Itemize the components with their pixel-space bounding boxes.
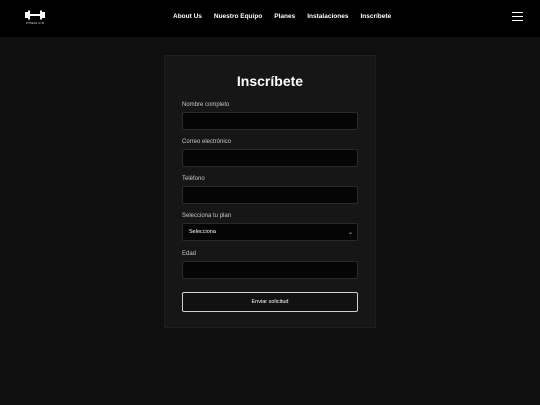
nav-instalaciones[interactable]: Instalaciones	[307, 13, 348, 20]
name-input[interactable]	[182, 112, 358, 130]
main-nav: About Us Nuestro Equipo Planes Instalaci…	[173, 13, 391, 20]
hamburger-menu-icon[interactable]	[512, 12, 523, 23]
plan-select-value: Selecciona	[189, 229, 216, 235]
nav-planes[interactable]: Planes	[274, 13, 295, 20]
email-label: Correo electrónico	[182, 139, 232, 145]
logo-text: FITNESS GYM	[25, 22, 45, 25]
chevron-down-icon: ⌄	[347, 229, 353, 236]
nav-nuestro-equipo[interactable]: Nuestro Equipo	[214, 13, 262, 20]
plan-label: Selecciona tu plan	[182, 213, 232, 219]
nav-inscribete[interactable]: Inscríbete	[360, 13, 391, 20]
form-title: Inscríbete	[236, 73, 304, 89]
email-input[interactable]	[182, 149, 358, 167]
phone-input[interactable]	[182, 186, 358, 204]
age-input[interactable]	[182, 261, 358, 279]
phone-label: Teléfono	[182, 176, 205, 182]
plan-select[interactable]: Selecciona ⌄	[182, 223, 358, 241]
submit-button[interactable]: Enviar solicitud	[182, 292, 358, 312]
age-label: Edad	[182, 251, 197, 257]
name-label: Nombre completo	[182, 102, 230, 108]
nav-about-us[interactable]: About Us	[173, 13, 202, 20]
signup-form: Inscríbete Nombre completo Correo electr…	[164, 55, 376, 328]
top-navbar: FITNESS GYM About Us Nuestro Equipo Plan…	[0, 0, 540, 37]
